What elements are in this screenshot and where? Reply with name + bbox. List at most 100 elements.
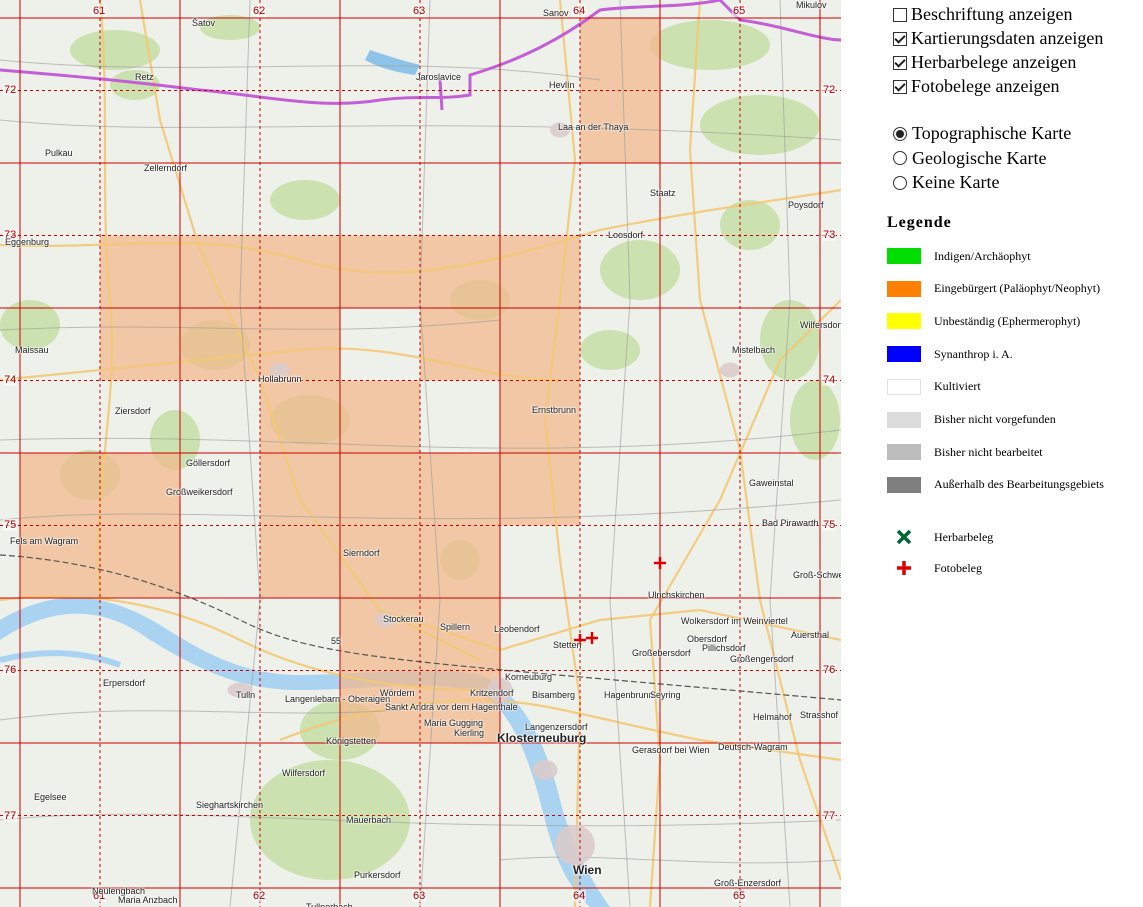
grid-column-label-bottom: 63 xyxy=(412,890,427,902)
mapped-grid-cell xyxy=(260,235,340,308)
legend-label: Kultiviert xyxy=(934,379,981,394)
checkbox[interactable] xyxy=(893,31,907,46)
grid-column-label-bottom: 65 xyxy=(732,890,747,902)
place-label: Jaroslavice xyxy=(416,72,462,82)
place-label: Korneuburg xyxy=(505,672,553,682)
place-label: Fels am Wagram xyxy=(10,536,79,546)
checkbox[interactable] xyxy=(893,79,907,94)
place-label: Strasshof an der xyxy=(800,710,841,720)
basemap-radio-row[interactable]: Topographische Karte xyxy=(893,123,1071,144)
grid-row-label-right: 75 xyxy=(822,519,837,531)
grid-column-label-top: 65 xyxy=(732,5,747,17)
legend-swatch xyxy=(887,313,921,330)
basemap-radio-row[interactable]: Geologische Karte xyxy=(893,148,1046,169)
legend-item: Bisher nicht vorgefunden xyxy=(887,411,1056,428)
checkbox[interactable] xyxy=(893,55,907,70)
place-label: Pillichsdorf xyxy=(702,643,746,653)
plus-mark-icon xyxy=(897,561,911,575)
legend-item: Außerhalb des Bearbeitungsgebiets xyxy=(887,476,1104,493)
place-label: Wilfersdorf xyxy=(282,768,326,778)
legend-swatch xyxy=(887,411,921,428)
checkbox-label: Kartierungsdaten anzeigen xyxy=(911,28,1104,48)
place-label: 55 xyxy=(331,636,342,646)
radio-button[interactable] xyxy=(893,151,907,165)
legend-item: Unbeständig (Ephermerophyt) xyxy=(887,313,1080,330)
place-label: Großebersdorf xyxy=(632,648,691,658)
place-label: Zellerndorf xyxy=(144,163,188,173)
mapped-grid-cell xyxy=(100,235,180,308)
place-label: Laa an der Thaya xyxy=(558,122,629,132)
option-checkbox-row[interactable]: Fotobelege anzeigen xyxy=(893,76,1059,97)
legend-item: Indigen/Archäophyt xyxy=(887,248,1031,264)
legend-label: Außerhalb des Bearbeitungsgebiets xyxy=(934,477,1104,492)
place-label: Spillern xyxy=(440,622,471,632)
place-label: Purkersdorf xyxy=(354,870,401,880)
checkbox-label: Fotobelege anzeigen xyxy=(911,76,1060,96)
grid-column-label-bottom: 62 xyxy=(252,890,267,902)
mapped-grid-cell xyxy=(100,525,180,598)
grid-row-label-left: 77 xyxy=(3,810,18,822)
grid-row-label-left: 72 xyxy=(3,84,18,96)
place-label: Loosdorf xyxy=(608,230,644,240)
legend-swatch xyxy=(887,346,921,363)
place-label: Mikulov xyxy=(796,0,827,10)
legend-symbol-item: Herbarbeleg xyxy=(895,528,993,546)
legend-item: Kultiviert xyxy=(887,378,981,395)
legend-item: Synanthrop i. A. xyxy=(887,346,1013,363)
forest-area xyxy=(600,240,680,300)
settlement-area xyxy=(720,362,740,378)
mapped-grid-cell xyxy=(420,525,500,598)
distribution-map[interactable]: 61 61 62 62 63 63 64 64 65 65 72 72 73 73 74 74 75 75 76 76… xyxy=(0,0,841,907)
map-canvas[interactable] xyxy=(0,0,841,907)
place-label: Seyring xyxy=(650,690,681,700)
place-label: Wilfersdorf xyxy=(800,320,841,330)
place-label: Šatov xyxy=(192,18,216,28)
grid-column-label-top: 61 xyxy=(92,5,107,17)
place-label: Egelsee xyxy=(34,792,67,802)
legend-item: Bisher nicht bearbeitet xyxy=(887,444,1043,461)
checkbox-label: Herbarbelege anzeigen xyxy=(911,52,1077,72)
legend-label: Indigen/Archäophyt xyxy=(934,248,1031,263)
grid-row-label-right: 77 xyxy=(822,810,837,822)
place-label: Gaweinstal xyxy=(749,478,794,488)
place-label: Großengersdorf xyxy=(730,654,794,664)
mapped-grid-cell xyxy=(420,598,500,671)
grid-column-label-top: 63 xyxy=(412,5,427,17)
place-label: Bad Pirawarth xyxy=(762,518,819,528)
place-label: Groß-Enzersdorf xyxy=(714,878,782,888)
radio-button[interactable] xyxy=(893,126,907,141)
legend-swatch xyxy=(887,248,921,264)
place-label: Maria Anzbach xyxy=(118,895,178,905)
radio-button[interactable] xyxy=(893,175,907,190)
place-label: Wördern xyxy=(380,688,415,698)
mapped-grid-cell xyxy=(500,453,580,526)
option-checkbox-row[interactable]: Beschriftung anzeigen xyxy=(893,4,1072,25)
option-checkbox-row[interactable]: Kartierungsdaten anzeigen xyxy=(893,28,1103,49)
place-label: Göllersdorf xyxy=(186,458,231,468)
place-label: Mauerbach xyxy=(346,815,392,825)
place-label: Ziersdorf xyxy=(115,406,151,416)
place-label: Deutsch-Wagram xyxy=(718,742,788,752)
legend-title: Legende xyxy=(887,214,952,231)
grid-row-label-right: 72 xyxy=(822,84,837,96)
place-label: Kierling xyxy=(454,728,485,738)
place-label: Hevlín xyxy=(549,80,575,90)
basemap-radio-row[interactable]: Keine Karte xyxy=(893,172,999,193)
place-label: Eggenburg xyxy=(5,237,50,247)
option-checkbox-row[interactable]: Herbarbelege anzeigen xyxy=(893,52,1076,73)
grid-row-label-right: 73 xyxy=(822,229,837,241)
place-label: Sierndorf xyxy=(343,548,380,558)
mapped-grid-cell xyxy=(180,235,260,308)
place-label: Staatz xyxy=(650,188,676,198)
forest-area xyxy=(650,20,770,70)
place-label: Königstetten xyxy=(326,736,377,746)
place-label: Sanov xyxy=(543,8,569,18)
place-label: Kritzendorf xyxy=(470,688,514,698)
checkbox[interactable] xyxy=(893,7,907,22)
mapped-grid-cell xyxy=(420,453,500,526)
grid-column-label-top: 64 xyxy=(572,5,587,17)
place-label: Maria Gugging xyxy=(424,718,484,728)
place-label: Großweikersdorf xyxy=(166,487,233,497)
mapped-grid-cell xyxy=(500,308,580,381)
place-label: Stockerau xyxy=(383,614,424,624)
